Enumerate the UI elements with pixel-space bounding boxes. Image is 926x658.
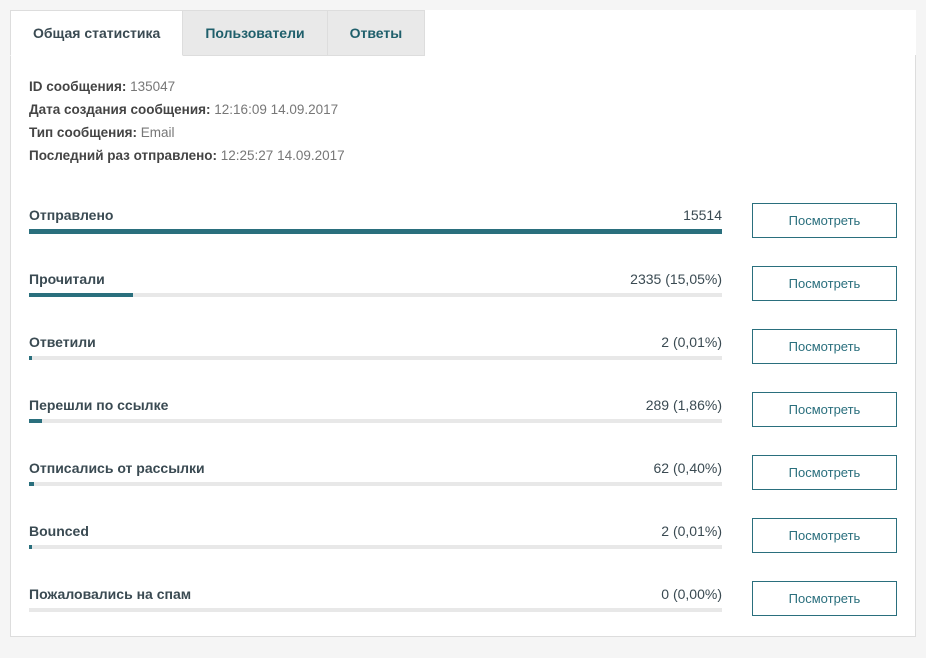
view-button[interactable]: Посмотреть (752, 518, 897, 553)
meta-created-date: Дата создания сообщения: 12:16:09 14.09.… (29, 102, 897, 117)
meta-last-sent: Последний раз отправлено: 12:25:27 14.09… (29, 148, 897, 163)
stat-main: Прочитали 2335 (15,05%) (29, 271, 722, 297)
meta-value: Email (141, 125, 175, 140)
view-button[interactable]: Посмотреть (752, 203, 897, 238)
meta-message-id: ID сообщения: 135047 (29, 79, 897, 94)
progress-fill (29, 229, 722, 234)
view-button[interactable]: Посмотреть (752, 581, 897, 616)
tab-general-stats[interactable]: Общая статистика (10, 10, 183, 56)
progress-bar (29, 293, 722, 297)
stat-main: Bounced 2 (0,01%) (29, 523, 722, 549)
stat-label: Пожаловались на спам (29, 586, 191, 602)
progress-fill (29, 482, 34, 486)
view-button[interactable]: Посмотреть (752, 455, 897, 490)
stat-row-clicked: Перешли по ссылке 289 (1,86%) Посмотреть (29, 392, 897, 427)
meta-label: Последний раз отправлено: (29, 148, 217, 163)
stat-label: Bounced (29, 523, 89, 539)
progress-bar (29, 482, 722, 486)
stat-label: Ответили (29, 334, 96, 350)
meta-value: 135047 (130, 79, 175, 94)
stat-row-sent: Отправлено 15514 Посмотреть (29, 203, 897, 238)
meta-label: Дата создания сообщения: (29, 102, 211, 117)
message-metadata: ID сообщения: 135047 Дата создания сообщ… (29, 79, 897, 163)
stat-value: 15514 (683, 207, 722, 223)
stat-main: Отписались от рассылки 62 (0,40%) (29, 460, 722, 486)
tab-content: ID сообщения: 135047 Дата создания сообщ… (10, 55, 916, 637)
view-button[interactable]: Посмотреть (752, 266, 897, 301)
stat-value: 2 (0,01%) (661, 334, 722, 350)
view-button[interactable]: Посмотреть (752, 392, 897, 427)
stat-value: 2335 (15,05%) (630, 271, 722, 287)
progress-bar (29, 229, 722, 234)
stat-value: 289 (1,86%) (646, 397, 722, 413)
stat-row-spam: Пожаловались на спам 0 (0,00%) Посмотрет… (29, 581, 897, 616)
meta-value: 12:16:09 14.09.2017 (214, 102, 338, 117)
meta-label: ID сообщения: (29, 79, 126, 94)
progress-fill (29, 293, 133, 297)
progress-bar (29, 608, 722, 612)
stat-main: Отправлено 15514 (29, 207, 722, 234)
progress-fill (29, 419, 42, 423)
stats-panel: Общая статистика Пользователи Ответы ID … (10, 10, 916, 637)
view-button[interactable]: Посмотреть (752, 329, 897, 364)
progress-bar (29, 356, 722, 360)
stat-main: Ответили 2 (0,01%) (29, 334, 722, 360)
stat-label: Прочитали (29, 271, 105, 287)
stat-value: 2 (0,01%) (661, 523, 722, 539)
meta-message-type: Тип сообщения: Email (29, 125, 897, 140)
stat-value: 62 (0,40%) (654, 460, 722, 476)
tabs-bar: Общая статистика Пользователи Ответы (10, 10, 916, 56)
tab-users[interactable]: Пользователи (183, 10, 327, 56)
progress-fill (29, 356, 32, 360)
stat-main: Пожаловались на спам 0 (0,00%) (29, 586, 722, 612)
meta-label: Тип сообщения: (29, 125, 137, 140)
stat-label: Отправлено (29, 207, 113, 223)
progress-bar (29, 545, 722, 549)
stat-value: 0 (0,00%) (661, 586, 722, 602)
tab-answers[interactable]: Ответы (328, 10, 426, 56)
stat-row-answered: Ответили 2 (0,01%) Посмотреть (29, 329, 897, 364)
stat-row-unsubscribed: Отписались от рассылки 62 (0,40%) Посмот… (29, 455, 897, 490)
stat-label: Отписались от рассылки (29, 460, 205, 476)
stat-row-bounced: Bounced 2 (0,01%) Посмотреть (29, 518, 897, 553)
meta-value: 12:25:27 14.09.2017 (221, 148, 345, 163)
progress-fill (29, 545, 32, 549)
progress-bar (29, 419, 722, 423)
stat-label: Перешли по ссылке (29, 397, 168, 413)
stat-main: Перешли по ссылке 289 (1,86%) (29, 397, 722, 423)
stat-row-read: Прочитали 2335 (15,05%) Посмотреть (29, 266, 897, 301)
stats-list: Отправлено 15514 Посмотреть Прочитали 23… (29, 203, 897, 616)
